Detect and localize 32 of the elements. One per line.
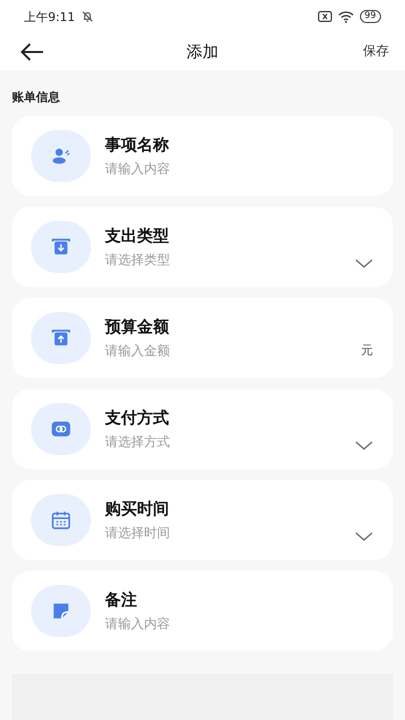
input-field[interactable]: 请输入内容 xyxy=(105,160,305,178)
field-card[interactable]: 支付方式 请选择方式 xyxy=(12,389,393,469)
field-card[interactable]: 备注 请输入内容 xyxy=(12,571,393,651)
chevron-down-icon xyxy=(355,532,373,542)
input-field[interactable]: 请选择类型 xyxy=(105,252,305,270)
field-label: 支出类型 xyxy=(105,224,170,246)
back-icon xyxy=(20,42,44,60)
field-card[interactable]: 事项名称 请输入内容 xyxy=(12,116,393,196)
field-card[interactable]: 支出类型 请选择类型 xyxy=(12,207,393,287)
silent-icon xyxy=(80,10,94,23)
field-label: 备注 xyxy=(105,588,138,610)
field-label: 支付方式 xyxy=(105,406,170,428)
input-field[interactable]: 请选择时间 xyxy=(105,524,305,542)
input-field[interactable]: 请输入金额 xyxy=(105,342,305,360)
battery-level: 99 xyxy=(360,10,381,23)
field-label: 购买时间 xyxy=(105,498,170,520)
field-label: 事项名称 xyxy=(105,134,170,156)
field-label: 预算金额 xyxy=(105,316,170,338)
input-field[interactable]: 请输入内容 xyxy=(105,616,305,634)
section-title: 账单信息 xyxy=(11,89,61,106)
unit-label: 元 xyxy=(361,342,373,359)
wifi-icon xyxy=(338,10,354,22)
status-time: 上午9:11 xyxy=(24,8,75,26)
field-card[interactable]: 购买时间 请选择时间 xyxy=(12,480,393,560)
save-button[interactable]: 保存 xyxy=(363,42,389,62)
page-title: 添加 xyxy=(186,40,218,62)
chevron-down-icon xyxy=(355,259,373,269)
calendar-icon xyxy=(50,509,72,531)
sim-icon xyxy=(318,11,332,22)
input-field[interactable]: 请选择方式 xyxy=(105,434,305,452)
chevron-down-icon xyxy=(355,441,373,451)
field-card[interactable]: 预算金额 请输入金额 元 xyxy=(12,298,393,378)
